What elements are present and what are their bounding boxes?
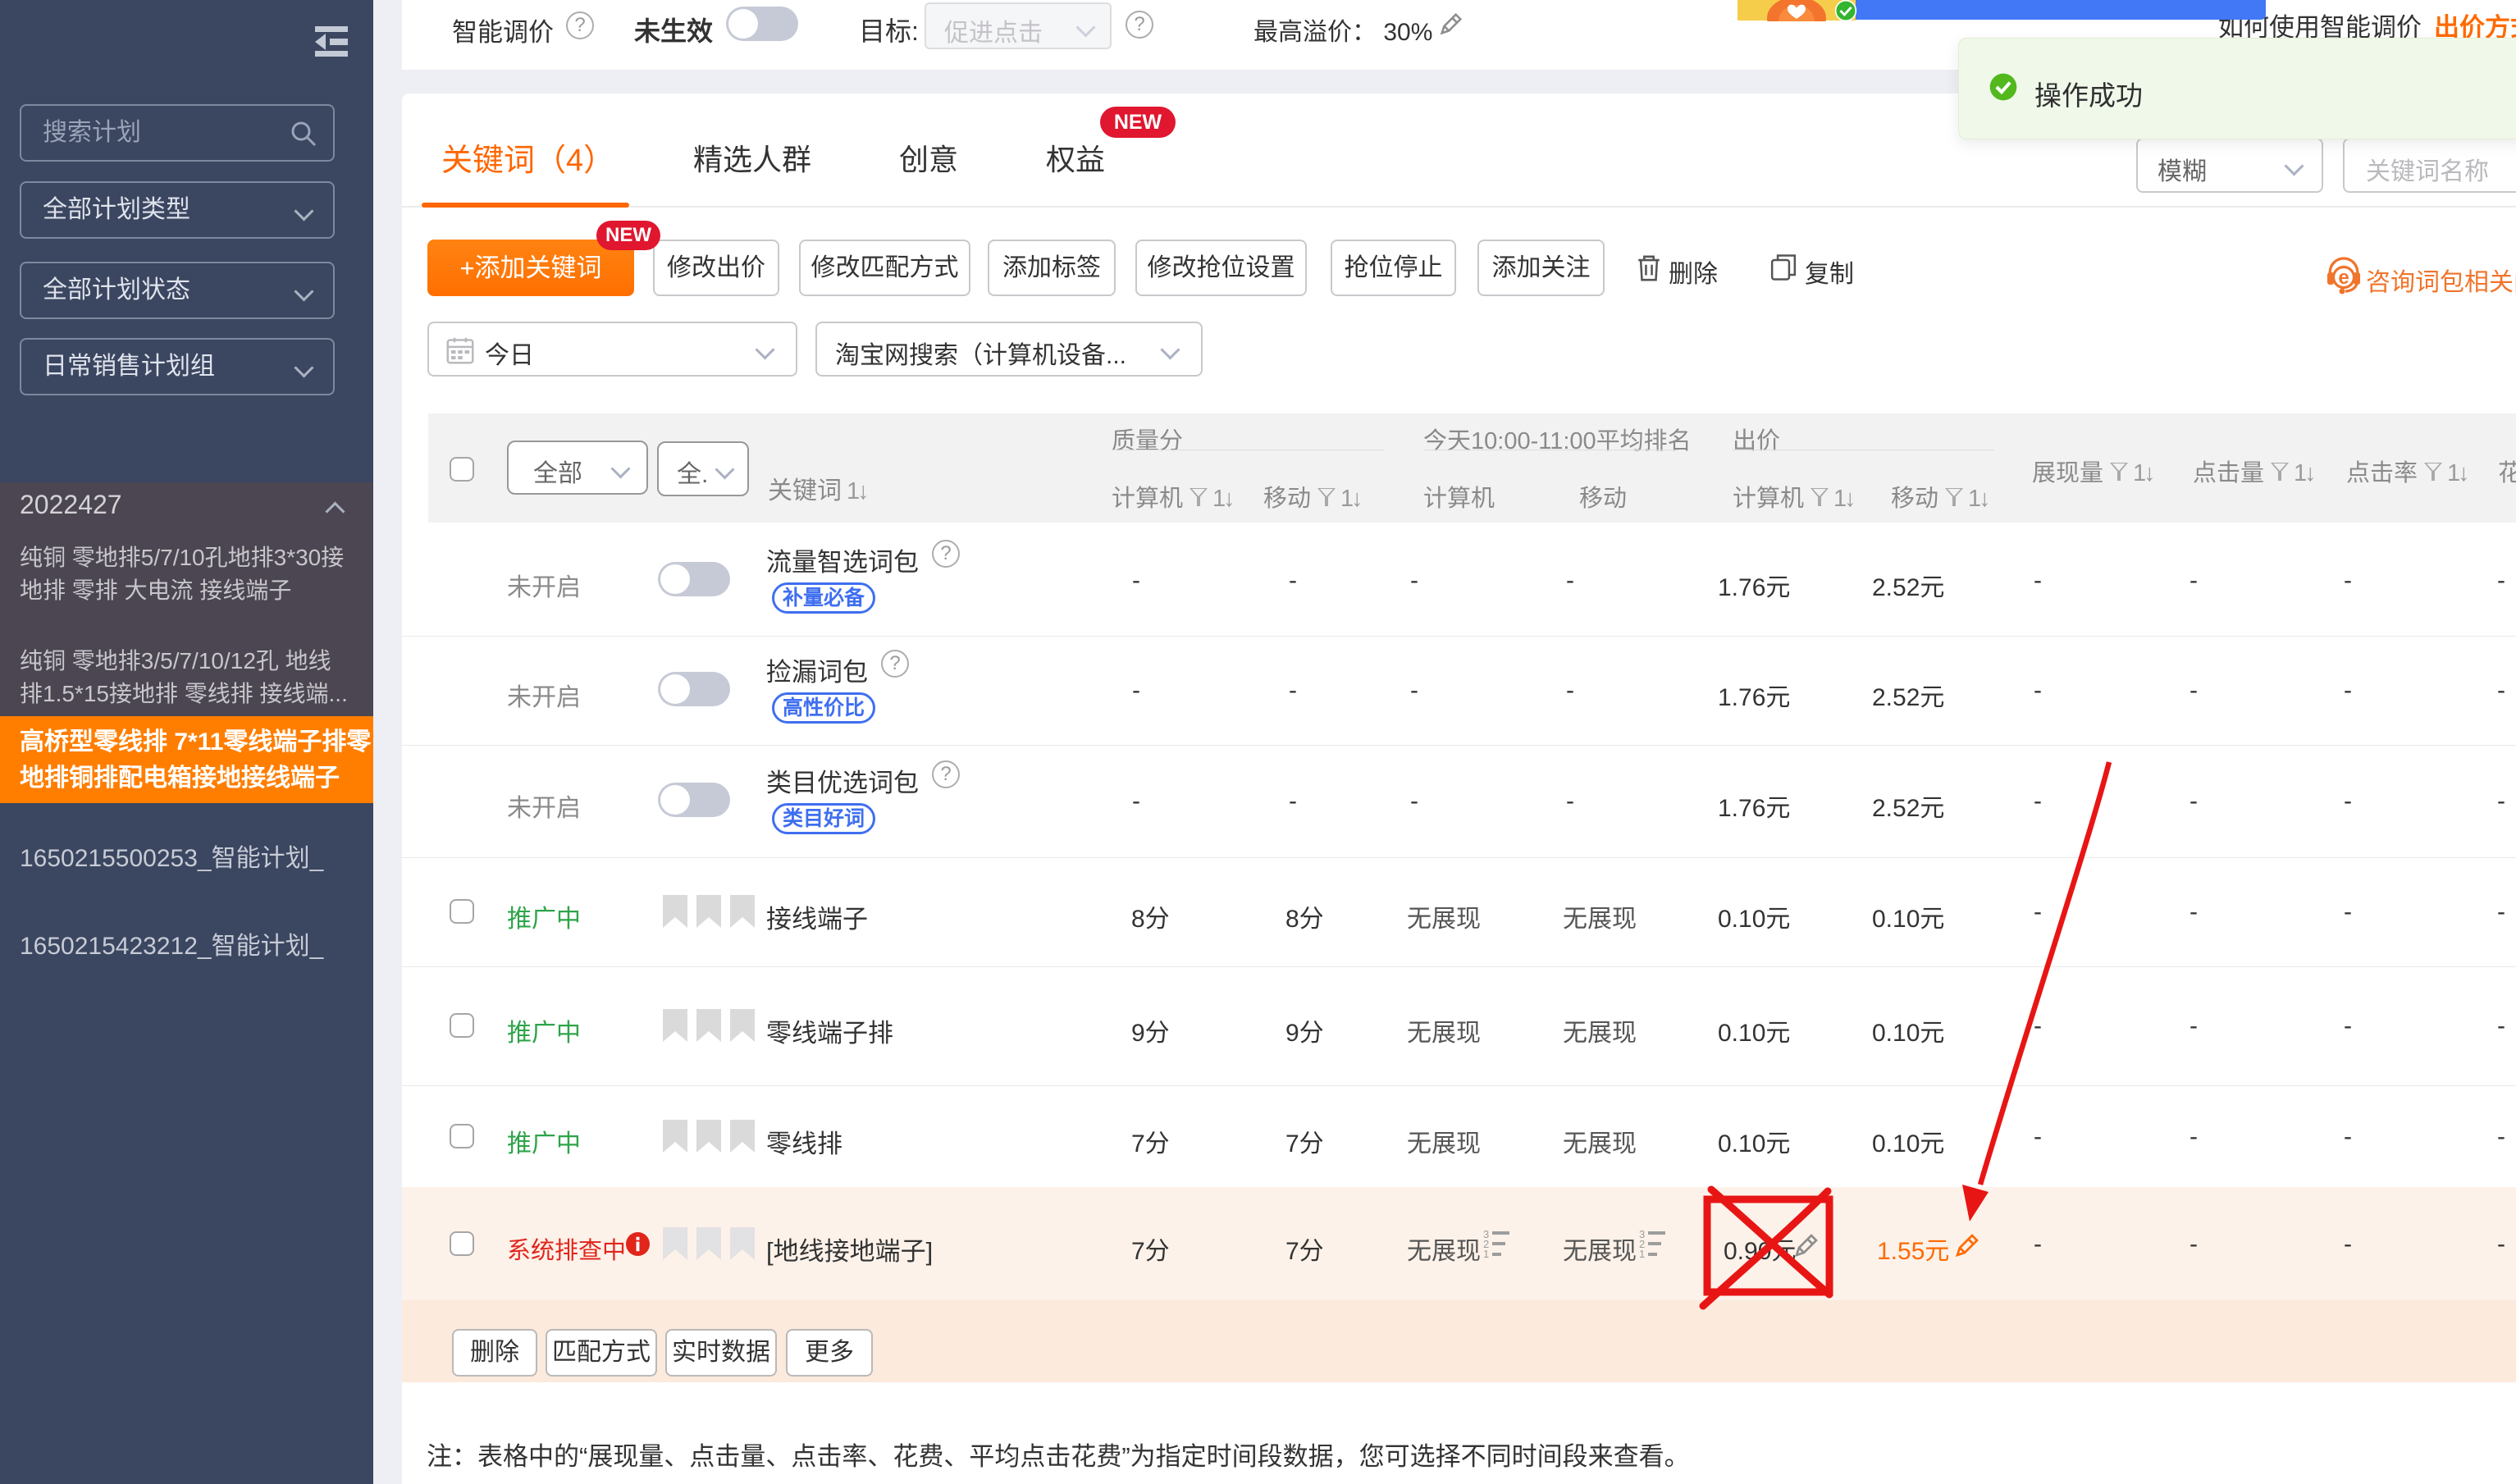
- svg-text:e: e: [2338, 267, 2349, 289]
- svg-text:1: 1: [1639, 1248, 1645, 1258]
- svg-text:1: 1: [1483, 1248, 1489, 1258]
